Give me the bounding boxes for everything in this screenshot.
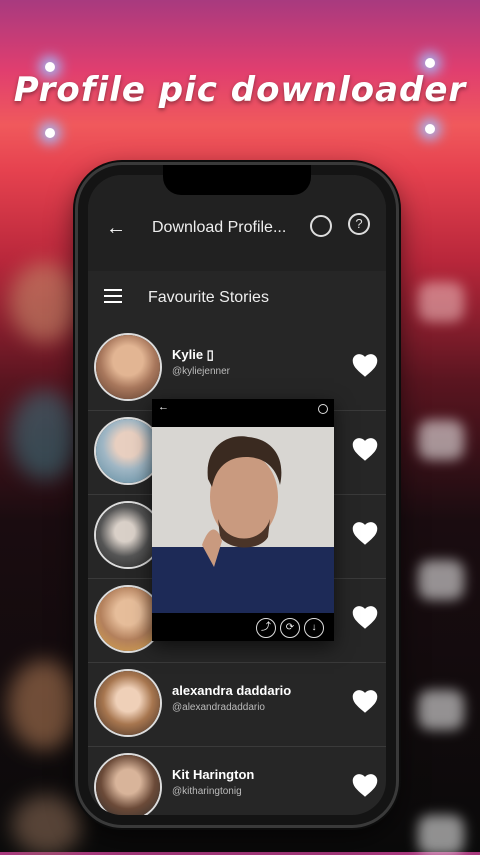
heart-icon[interactable] — [350, 351, 380, 378]
avatar[interactable] — [96, 755, 160, 815]
profile-handle: @kitharingtonig — [172, 786, 242, 797]
section-header: Favourite Stories — [88, 271, 386, 327]
avatar[interactable] — [96, 503, 160, 567]
phone-frame: ← Download Profile... ? Favourite Storie… — [78, 165, 396, 825]
heart-icon[interactable] — [350, 435, 380, 462]
menu-icon[interactable] — [104, 289, 122, 307]
avatar[interactable] — [96, 419, 160, 483]
back-arrow-icon[interactable]: ← — [106, 217, 126, 240]
profile-name: Kylie ▯ — [172, 347, 214, 362]
popup-bar: ← — [152, 399, 334, 419]
background-avatar-blur — [8, 660, 80, 750]
background-heart-icon — [418, 560, 464, 600]
app-screen: ← Download Profile... ? Favourite Storie… — [88, 175, 386, 815]
phone-notch — [163, 165, 311, 195]
profile-handle: @alexandradaddario — [172, 702, 265, 713]
heart-icon[interactable] — [350, 771, 380, 798]
background-avatar-blur — [12, 795, 82, 855]
background-heart-icon — [418, 815, 464, 855]
download-icon[interactable]: ↓ — [304, 618, 324, 638]
background-heart-icon — [418, 690, 464, 730]
avatar[interactable] — [96, 671, 160, 735]
promo-banner-title: Profile pic downloader — [13, 70, 467, 110]
profile-photo-image — [152, 427, 334, 613]
sparkle-decoration — [425, 58, 435, 68]
list-item[interactable]: Kit Harington @kitharingtonig — [88, 747, 386, 815]
repost-icon[interactable]: ⟳ — [280, 618, 300, 638]
sparkle-decoration — [45, 128, 55, 138]
popup-history-icon[interactable] — [318, 404, 328, 414]
heart-icon[interactable] — [350, 603, 380, 630]
background-heart-icon — [418, 420, 464, 460]
profile-preview-popup: ← ⤴ ⟳ ↓ — [152, 399, 334, 641]
history-icon[interactable] — [310, 215, 332, 237]
avatar[interactable] — [96, 587, 160, 651]
section-title: Favourite Stories — [148, 289, 269, 306]
background-avatar-blur — [10, 262, 80, 342]
list-item[interactable]: alexandra daddario @alexandradaddario — [88, 663, 386, 747]
share-icon[interactable]: ⤴ — [256, 618, 276, 638]
profile-name: alexandra daddario — [172, 683, 292, 698]
profile-photo — [152, 427, 334, 613]
background-heart-icon — [418, 282, 464, 322]
sparkle-decoration — [425, 124, 435, 134]
popup-back-icon[interactable]: ← — [158, 401, 169, 413]
help-icon[interactable]: ? — [348, 213, 370, 235]
heart-icon[interactable] — [350, 687, 380, 714]
profile-handle: @kyliejenner — [172, 366, 230, 377]
background-avatar-blur — [10, 390, 80, 480]
avatar[interactable] — [96, 335, 160, 399]
profile-name: Kit Harington — [172, 767, 255, 782]
app-title: Download Profile... — [152, 219, 287, 236]
heart-icon[interactable] — [350, 519, 380, 546]
